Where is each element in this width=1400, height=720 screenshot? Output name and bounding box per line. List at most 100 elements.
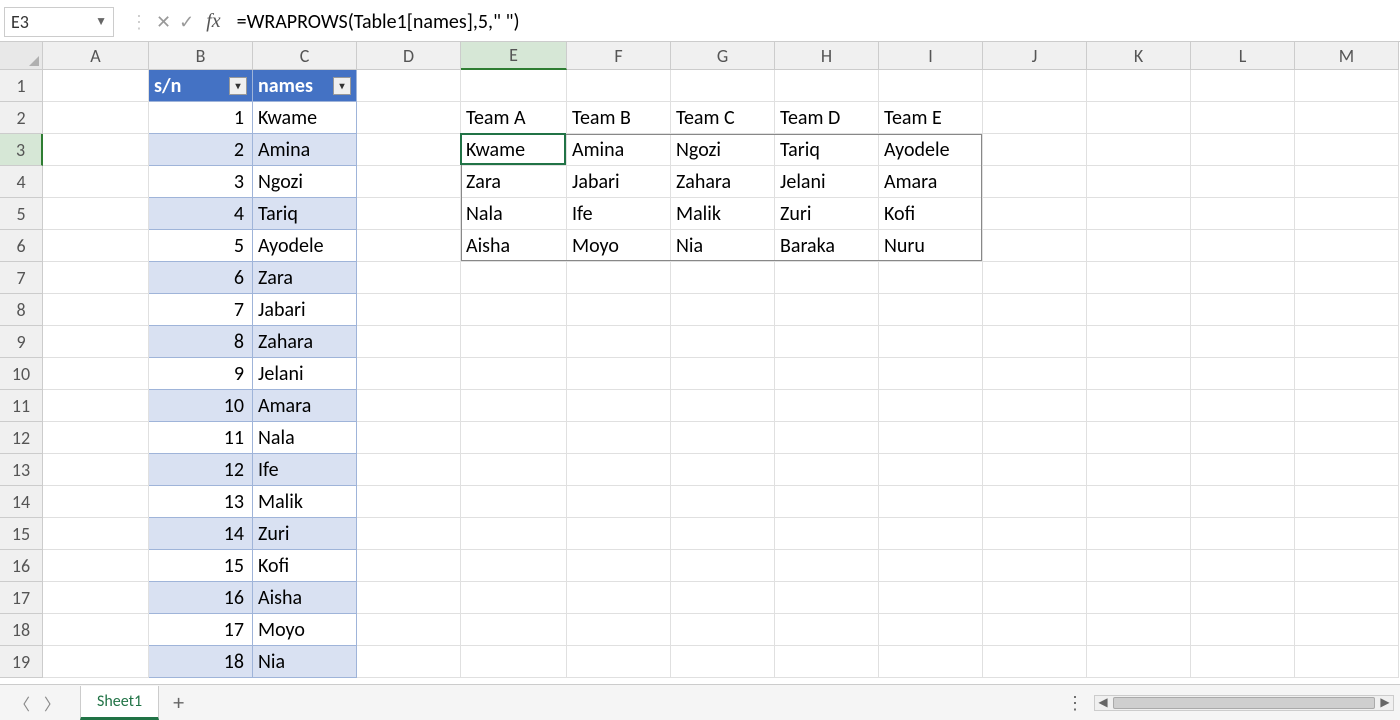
tab-next-icon[interactable]: 〉 — [44, 691, 60, 715]
cell-K8[interactable] — [1087, 294, 1191, 326]
cell-B17[interactable]: 16 — [149, 582, 253, 614]
cell-L16[interactable] — [1191, 550, 1295, 582]
row-header-1[interactable]: 1 — [0, 70, 43, 102]
cell-A13[interactable] — [43, 454, 149, 486]
cell-L1[interactable] — [1191, 70, 1295, 102]
cell-L10[interactable] — [1191, 358, 1295, 390]
cell-J2[interactable] — [983, 102, 1087, 134]
cell-M6[interactable] — [1295, 230, 1399, 262]
cell-A3[interactable] — [43, 134, 149, 166]
cell-B7[interactable]: 6 — [149, 262, 253, 294]
cell-I9[interactable] — [879, 326, 983, 358]
cell-K15[interactable] — [1087, 518, 1191, 550]
cell-E16[interactable] — [461, 550, 567, 582]
column-header-C[interactable]: C — [253, 42, 357, 70]
chevron-down-icon[interactable]: ▼ — [95, 14, 107, 29]
column-header-A[interactable]: A — [43, 42, 149, 70]
cell-F15[interactable] — [567, 518, 671, 550]
cell-J15[interactable] — [983, 518, 1087, 550]
column-header-G[interactable]: G — [671, 42, 775, 70]
cell-G4[interactable]: Zahara — [671, 166, 775, 198]
cell-I12[interactable] — [879, 422, 983, 454]
cancel-icon[interactable]: ✕ — [156, 11, 171, 33]
cell-J14[interactable] — [983, 486, 1087, 518]
cell-J5[interactable] — [983, 198, 1087, 230]
cell-B19[interactable]: 18 — [149, 646, 253, 678]
row-header-16[interactable]: 16 — [0, 550, 43, 582]
cell-E5[interactable]: Nala — [461, 198, 567, 230]
cell-I4[interactable]: Amara — [879, 166, 983, 198]
column-header-M[interactable]: M — [1295, 42, 1399, 70]
cell-D8[interactable] — [357, 294, 461, 326]
cell-C3[interactable]: Amina — [253, 134, 357, 166]
cell-A11[interactable] — [43, 390, 149, 422]
cell-D10[interactable] — [357, 358, 461, 390]
cell-C19[interactable]: Nia — [253, 646, 357, 678]
cell-F12[interactable] — [567, 422, 671, 454]
cell-B5[interactable]: 4 — [149, 198, 253, 230]
cell-B13[interactable]: 12 — [149, 454, 253, 486]
cell-L9[interactable] — [1191, 326, 1295, 358]
cell-J16[interactable] — [983, 550, 1087, 582]
cell-C2[interactable]: Kwame — [253, 102, 357, 134]
cell-D9[interactable] — [357, 326, 461, 358]
scroll-thumb[interactable] — [1113, 697, 1375, 709]
cell-I15[interactable] — [879, 518, 983, 550]
cell-J4[interactable] — [983, 166, 1087, 198]
cell-E15[interactable] — [461, 518, 567, 550]
cell-L7[interactable] — [1191, 262, 1295, 294]
row-header-5[interactable]: 5 — [0, 198, 43, 230]
cell-F18[interactable] — [567, 614, 671, 646]
cell-C13[interactable]: Ife — [253, 454, 357, 486]
cell-A5[interactable] — [43, 198, 149, 230]
cell-A19[interactable] — [43, 646, 149, 678]
cell-M18[interactable] — [1295, 614, 1399, 646]
cell-A15[interactable] — [43, 518, 149, 550]
cell-G2[interactable]: Team C — [671, 102, 775, 134]
cell-A2[interactable] — [43, 102, 149, 134]
cell-D3[interactable] — [357, 134, 461, 166]
cell-A12[interactable] — [43, 422, 149, 454]
cell-G19[interactable] — [671, 646, 775, 678]
cell-C11[interactable]: Amara — [253, 390, 357, 422]
cell-C15[interactable]: Zuri — [253, 518, 357, 550]
cell-G15[interactable] — [671, 518, 775, 550]
cell-E6[interactable]: Aisha — [461, 230, 567, 262]
cell-A4[interactable] — [43, 166, 149, 198]
cell-B3[interactable]: 2 — [149, 134, 253, 166]
cell-M8[interactable] — [1295, 294, 1399, 326]
cell-H12[interactable] — [775, 422, 879, 454]
cell-K16[interactable] — [1087, 550, 1191, 582]
cell-G8[interactable] — [671, 294, 775, 326]
cell-G14[interactable] — [671, 486, 775, 518]
column-header-H[interactable]: H — [775, 42, 879, 70]
cell-F13[interactable] — [567, 454, 671, 486]
cell-B10[interactable]: 9 — [149, 358, 253, 390]
scroll-right-icon[interactable]: ▶ — [1377, 695, 1393, 710]
cell-B15[interactable]: 14 — [149, 518, 253, 550]
tab-prev-icon[interactable]: 〈 — [14, 691, 30, 715]
cell-G10[interactable] — [671, 358, 775, 390]
cell-C8[interactable]: Jabari — [253, 294, 357, 326]
cell-I14[interactable] — [879, 486, 983, 518]
cell-E10[interactable] — [461, 358, 567, 390]
cell-G6[interactable]: Nia — [671, 230, 775, 262]
cell-F2[interactable]: Team B — [567, 102, 671, 134]
row-header-14[interactable]: 14 — [0, 486, 43, 518]
cell-H11[interactable] — [775, 390, 879, 422]
cell-L11[interactable] — [1191, 390, 1295, 422]
cell-L3[interactable] — [1191, 134, 1295, 166]
cell-F7[interactable] — [567, 262, 671, 294]
row-header-17[interactable]: 17 — [0, 582, 43, 614]
cell-F11[interactable] — [567, 390, 671, 422]
cell-E11[interactable] — [461, 390, 567, 422]
cell-L14[interactable] — [1191, 486, 1295, 518]
cell-F5[interactable]: Ife — [567, 198, 671, 230]
cell-L18[interactable] — [1191, 614, 1295, 646]
cell-H5[interactable]: Zuri — [775, 198, 879, 230]
sheet-tab[interactable]: Sheet1 — [80, 686, 159, 720]
cell-L13[interactable] — [1191, 454, 1295, 486]
cell-I10[interactable] — [879, 358, 983, 390]
cell-B9[interactable]: 8 — [149, 326, 253, 358]
cell-E8[interactable] — [461, 294, 567, 326]
